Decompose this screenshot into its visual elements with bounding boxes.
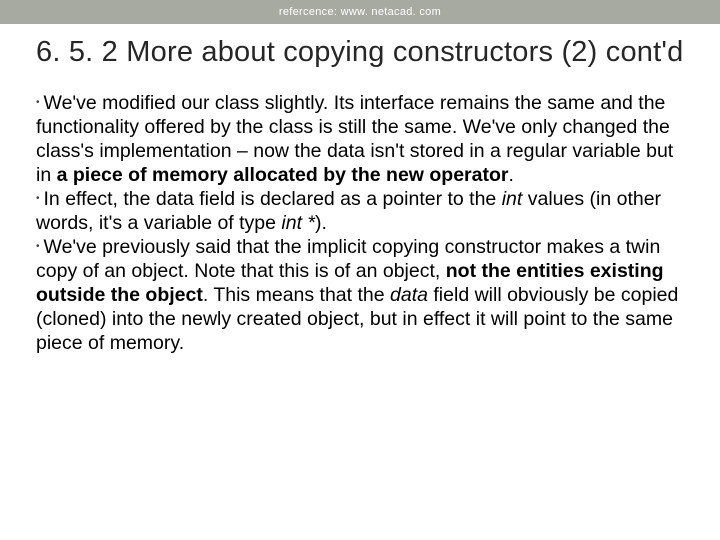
bullet-text: In effect, the data field is declared as… <box>44 188 502 210</box>
bullet-item: • In effect, the data field is declared a… <box>36 188 684 236</box>
bullet-item: •We've previously said that the implicit… <box>36 236 684 356</box>
bullet-text: . <box>509 164 514 186</box>
bullet-list: •We've modified our class slightly. Its … <box>36 92 684 356</box>
slide-title: 6. 5. 2 More about copying constructors … <box>36 34 684 70</box>
bullet-italic: int * <box>281 212 315 234</box>
slide-content: 6. 5. 2 More about copying constructors … <box>0 24 720 356</box>
bullet-text: . This means that the <box>203 284 390 306</box>
bullet-bold: a piece of memory allocated by the new o… <box>57 164 509 186</box>
bullet-dot-icon: • <box>36 97 40 109</box>
bullet-italic: int <box>502 188 523 210</box>
bullet-dot-icon: • <box>36 193 40 205</box>
bullet-text: ). <box>315 212 327 234</box>
bullet-dot-icon: • <box>36 241 40 253</box>
bullet-item: •We've modified our class slightly. Its … <box>36 92 684 188</box>
bullet-italic: data <box>390 284 428 306</box>
header-reference: refercence: www. netacad. com <box>279 6 441 18</box>
header-bar: refercence: www. netacad. com <box>0 0 720 24</box>
